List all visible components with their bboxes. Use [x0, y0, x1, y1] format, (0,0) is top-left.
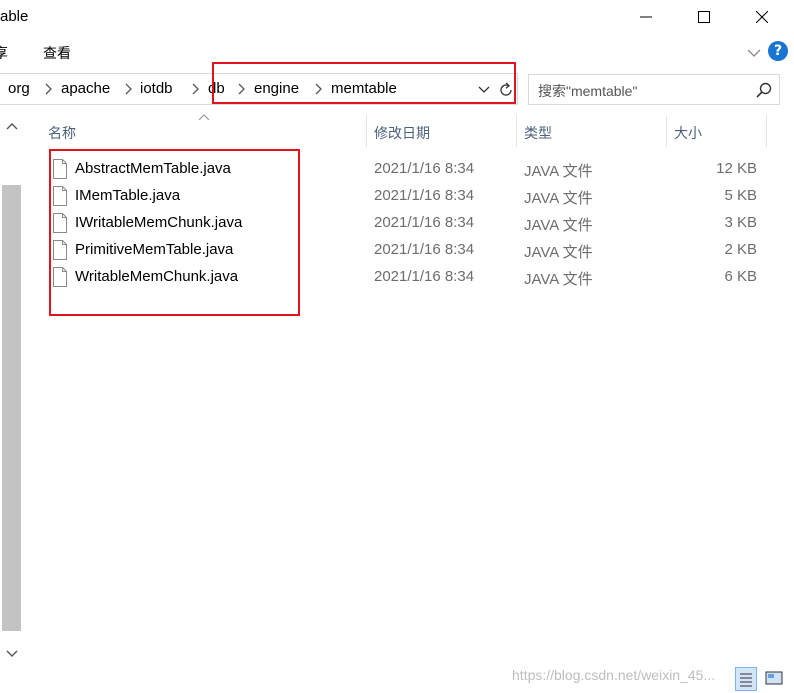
- minimize-button[interactable]: [622, 0, 670, 34]
- file-modified: 2021/1/16 8:34: [374, 160, 475, 177]
- search-icon[interactable]: [755, 81, 773, 99]
- breadcrumb-org[interactable]: org: [8, 80, 30, 97]
- file-size: 12 KB: [716, 160, 757, 177]
- file-type: JAVA 文件: [524, 271, 593, 288]
- chevron-up-icon[interactable]: [4, 119, 20, 133]
- title-bar: able: [0, 0, 794, 34]
- file-modified: 2021/1/16 8:34: [374, 187, 475, 204]
- file-type: JAVA 文件: [524, 217, 593, 234]
- column-header-size-label: 大小: [674, 125, 702, 141]
- file-modified: 2021/1/16 8:34: [374, 214, 475, 231]
- large-icons-view-icon: [765, 671, 783, 685]
- window-title: able: [0, 8, 29, 25]
- column-divider[interactable]: [766, 115, 767, 147]
- file-type: JAVA 文件: [524, 190, 593, 207]
- column-header-name-label: 名称: [48, 125, 76, 141]
- column-divider[interactable]: [516, 115, 517, 147]
- close-icon: [756, 11, 768, 23]
- file-modified: 2021/1/16 8:34: [374, 241, 475, 258]
- scrollbar-thumb[interactable]: [2, 185, 21, 631]
- search-placeholder: 搜索"memtable": [538, 83, 638, 99]
- file-modified: 2021/1/16 8:34: [374, 268, 475, 285]
- files-highlight-box: [49, 149, 300, 316]
- tiles-view-button[interactable]: [763, 667, 785, 691]
- maximize-icon: [698, 11, 710, 23]
- watermark: https://blog.csdn.net/weixin_45...: [512, 667, 716, 683]
- file-size: 5 KB: [724, 187, 757, 204]
- ribbon-tab-view[interactable]: 查看: [43, 43, 71, 63]
- chevron-down-icon: [747, 49, 761, 57]
- close-button[interactable]: [738, 0, 786, 34]
- column-header-size[interactable]: 大小: [674, 115, 766, 147]
- maximize-button[interactable]: [680, 0, 728, 34]
- address-highlight-box: [212, 62, 516, 104]
- vertical-scrollbar[interactable]: [0, 115, 24, 667]
- minimize-icon: [640, 16, 652, 18]
- column-header-type[interactable]: 类型: [524, 115, 666, 147]
- column-header-type-label: 类型: [524, 125, 552, 141]
- column-divider[interactable]: [366, 115, 367, 147]
- ribbon-expand-button[interactable]: [744, 42, 764, 62]
- file-size: 6 KB: [724, 268, 757, 285]
- file-size: 2 KB: [724, 241, 757, 258]
- column-divider[interactable]: [666, 115, 667, 147]
- help-icon[interactable]: ?: [768, 41, 788, 61]
- details-view-button[interactable]: [735, 667, 757, 691]
- chevron-down-icon[interactable]: [4, 647, 20, 661]
- chevron-right-icon[interactable]: [123, 82, 133, 96]
- column-header-modified[interactable]: 修改日期: [374, 115, 516, 147]
- file-type: JAVA 文件: [524, 163, 593, 180]
- chevron-right-icon[interactable]: [43, 82, 53, 96]
- column-header-name[interactable]: 名称: [48, 115, 366, 147]
- search-input[interactable]: 搜索"memtable": [528, 74, 780, 105]
- file-size: 3 KB: [724, 214, 757, 231]
- chevron-right-icon[interactable]: [190, 82, 200, 96]
- column-header-modified-label: 修改日期: [374, 125, 430, 141]
- breadcrumb-apache[interactable]: apache: [61, 80, 110, 97]
- breadcrumb-iotdb[interactable]: iotdb: [140, 80, 173, 97]
- file-type: JAVA 文件: [524, 244, 593, 261]
- details-view-icon: [740, 673, 752, 687]
- ribbon-tab-share[interactable]: 享: [0, 43, 8, 63]
